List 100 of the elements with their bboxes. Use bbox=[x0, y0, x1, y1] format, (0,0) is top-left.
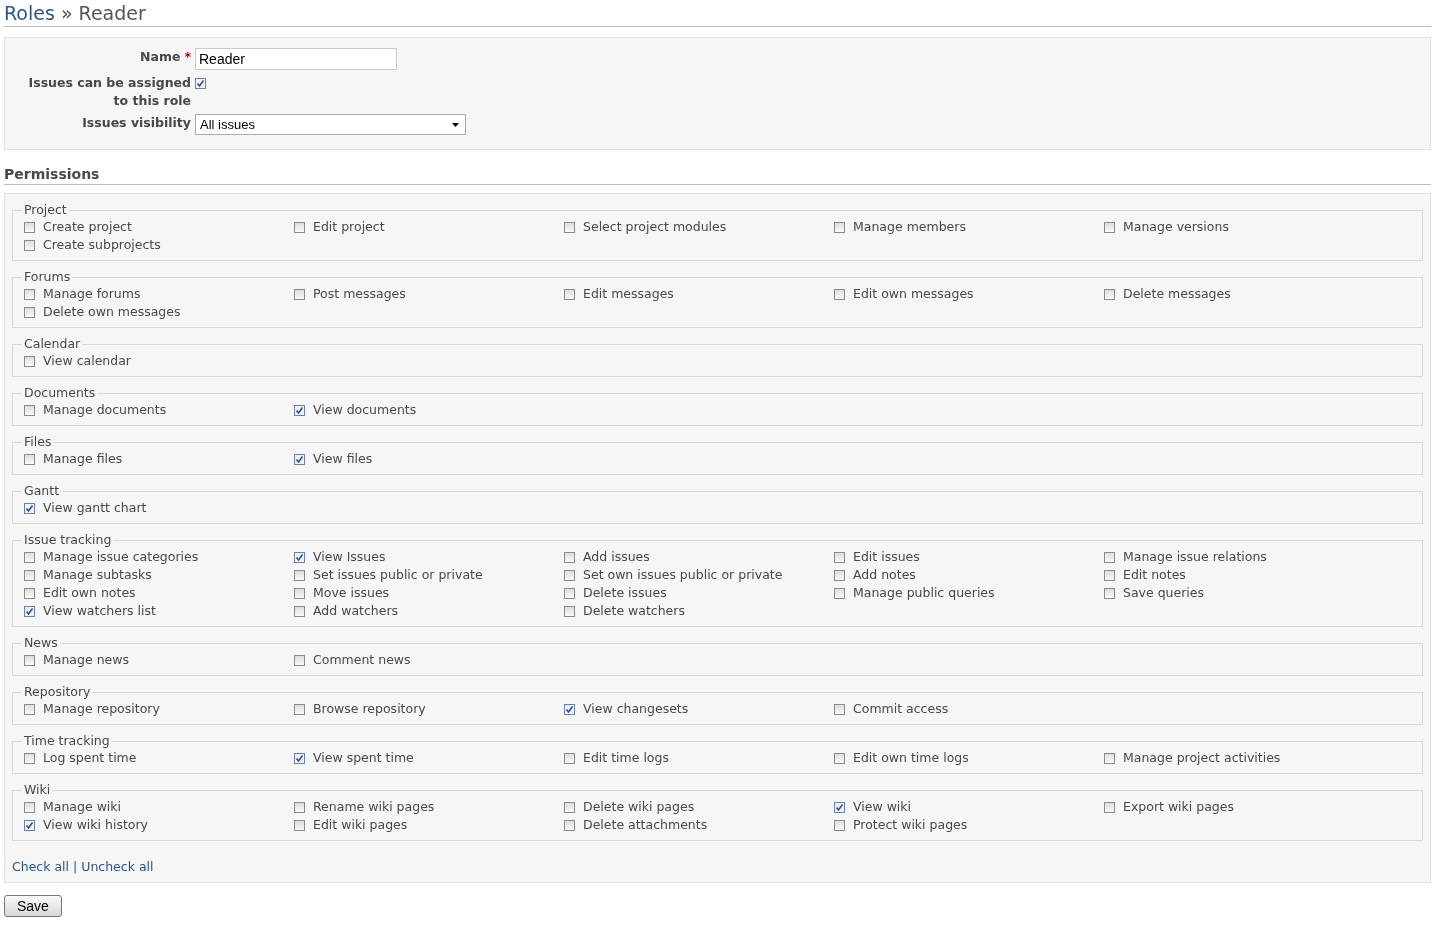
caret-icon bbox=[452, 122, 459, 127]
checkbox[interactable] bbox=[24, 453, 35, 465]
checkbox[interactable] bbox=[294, 605, 305, 617]
permission-label: Edit wiki pages bbox=[313, 816, 408, 834]
checkbox[interactable] bbox=[564, 587, 575, 599]
checkbox[interactable] bbox=[564, 819, 575, 831]
checkbox[interactable] bbox=[1104, 569, 1115, 581]
checkbox[interactable] bbox=[1104, 221, 1115, 233]
checkbox[interactable] bbox=[24, 752, 35, 764]
checkbox[interactable] bbox=[1104, 801, 1115, 813]
permission-label: Edit notes bbox=[1123, 566, 1186, 584]
permission-label: Edit own messages bbox=[853, 285, 974, 303]
permission-label: Comment news bbox=[313, 651, 411, 669]
permission-label: Delete wiki pages bbox=[583, 798, 695, 816]
checkbox[interactable] bbox=[24, 587, 35, 599]
checkbox[interactable] bbox=[24, 551, 35, 563]
permission-label: Add issues bbox=[583, 548, 650, 566]
permission-label: Manage repository bbox=[43, 700, 160, 718]
name-input-field[interactable]: Reader bbox=[195, 48, 397, 70]
checkbox[interactable] bbox=[834, 752, 845, 764]
permission-label: Edit messages bbox=[583, 285, 674, 303]
checkbox[interactable] bbox=[834, 819, 845, 831]
permission-label: Manage versions bbox=[1123, 218, 1229, 236]
permission-label: Manage subtasks bbox=[43, 566, 152, 584]
checkbox[interactable] bbox=[294, 288, 305, 300]
link-separator: | bbox=[73, 859, 78, 874]
permission-label: View spent time bbox=[313, 749, 414, 767]
checkbox[interactable] bbox=[294, 703, 305, 715]
checkbox[interactable] bbox=[1104, 752, 1115, 764]
permission-label: Manage issue categories bbox=[43, 548, 199, 566]
breadcrumb-separator: » bbox=[60, 2, 73, 24]
checkbox[interactable] bbox=[294, 654, 305, 666]
checkbox[interactable] bbox=[24, 801, 35, 813]
checkbox[interactable] bbox=[564, 551, 575, 563]
permission-label: View gantt chart bbox=[43, 499, 147, 517]
checkbox[interactable] bbox=[24, 355, 35, 367]
permission-label: Commit access bbox=[853, 700, 949, 718]
permission-label: Manage members bbox=[853, 218, 966, 236]
checkbox[interactable] bbox=[294, 221, 305, 233]
checkbox[interactable] bbox=[564, 288, 575, 300]
group-title: Issue tracking bbox=[23, 532, 113, 548]
checkbox[interactable] bbox=[294, 569, 305, 581]
checkbox[interactable] bbox=[564, 221, 575, 233]
checkbox[interactable] bbox=[1104, 587, 1115, 599]
checkbox[interactable] bbox=[24, 605, 35, 617]
checkbox[interactable] bbox=[24, 654, 35, 666]
permission-label: View files bbox=[313, 450, 373, 468]
checkbox[interactable] bbox=[294, 404, 305, 416]
checkbox[interactable] bbox=[834, 288, 845, 300]
checkbox[interactable] bbox=[294, 819, 305, 831]
group-title: Repository bbox=[23, 684, 92, 700]
checkbox[interactable] bbox=[834, 221, 845, 233]
checkbox[interactable] bbox=[24, 239, 35, 251]
checkbox[interactable] bbox=[24, 569, 35, 581]
checkbox[interactable] bbox=[294, 801, 305, 813]
checkbox[interactable] bbox=[834, 551, 845, 563]
checkbox[interactable] bbox=[24, 502, 35, 514]
checkbox[interactable] bbox=[834, 587, 845, 599]
group-title: Time tracking bbox=[23, 733, 111, 749]
checkbox[interactable] bbox=[24, 404, 35, 416]
checkbox[interactable] bbox=[294, 453, 305, 465]
checkbox[interactable] bbox=[834, 569, 845, 581]
checkbox[interactable] bbox=[564, 801, 575, 813]
permission-label: Edit project bbox=[313, 218, 385, 236]
group-title: Wiki bbox=[23, 782, 52, 798]
checkbox[interactable] bbox=[24, 306, 35, 318]
checkbox[interactable] bbox=[564, 752, 575, 764]
permission-label: Save queries bbox=[1123, 584, 1205, 602]
permission-label: Manage files bbox=[43, 450, 123, 468]
checkbox[interactable] bbox=[564, 703, 575, 715]
checkbox[interactable] bbox=[1104, 551, 1115, 563]
checkbox[interactable] bbox=[834, 703, 845, 715]
permission-label: View Issues bbox=[313, 548, 386, 566]
checkbox[interactable] bbox=[294, 587, 305, 599]
permission-label: Edit time logs bbox=[583, 749, 669, 767]
checkbox[interactable] bbox=[24, 288, 35, 300]
permission-label: Protect wiki pages bbox=[853, 816, 968, 834]
checkbox[interactable] bbox=[24, 703, 35, 715]
permission-label: Edit own time logs bbox=[853, 749, 969, 767]
checkbox[interactable] bbox=[24, 221, 35, 233]
checkbox[interactable] bbox=[294, 551, 305, 563]
checkbox[interactable] bbox=[834, 801, 845, 813]
check-all-link[interactable]: Check all bbox=[12, 859, 70, 874]
section-heading: Permissions bbox=[4, 165, 1431, 185]
group-title: News bbox=[23, 635, 59, 651]
permission-label: Add watchers bbox=[313, 602, 399, 620]
checkbox[interactable] bbox=[24, 819, 35, 831]
checkbox[interactable] bbox=[195, 78, 206, 89]
permission-label: Manage project activities bbox=[1123, 749, 1281, 767]
checkbox[interactable] bbox=[564, 569, 575, 581]
uncheck-all-link[interactable]: Uncheck all bbox=[81, 859, 154, 874]
roles-link[interactable]: Roles bbox=[4, 2, 55, 24]
permission-label: View watchers list bbox=[43, 602, 156, 620]
checkbox[interactable] bbox=[294, 752, 305, 764]
checkbox[interactable] bbox=[1104, 288, 1115, 300]
checkbox[interactable] bbox=[564, 605, 575, 617]
save-button[interactable]: Save bbox=[4, 895, 62, 917]
issues-visibility-dropdown[interactable]: All issues bbox=[195, 114, 466, 135]
permission-label: View calendar bbox=[43, 352, 131, 370]
required-mark: * bbox=[184, 49, 191, 64]
